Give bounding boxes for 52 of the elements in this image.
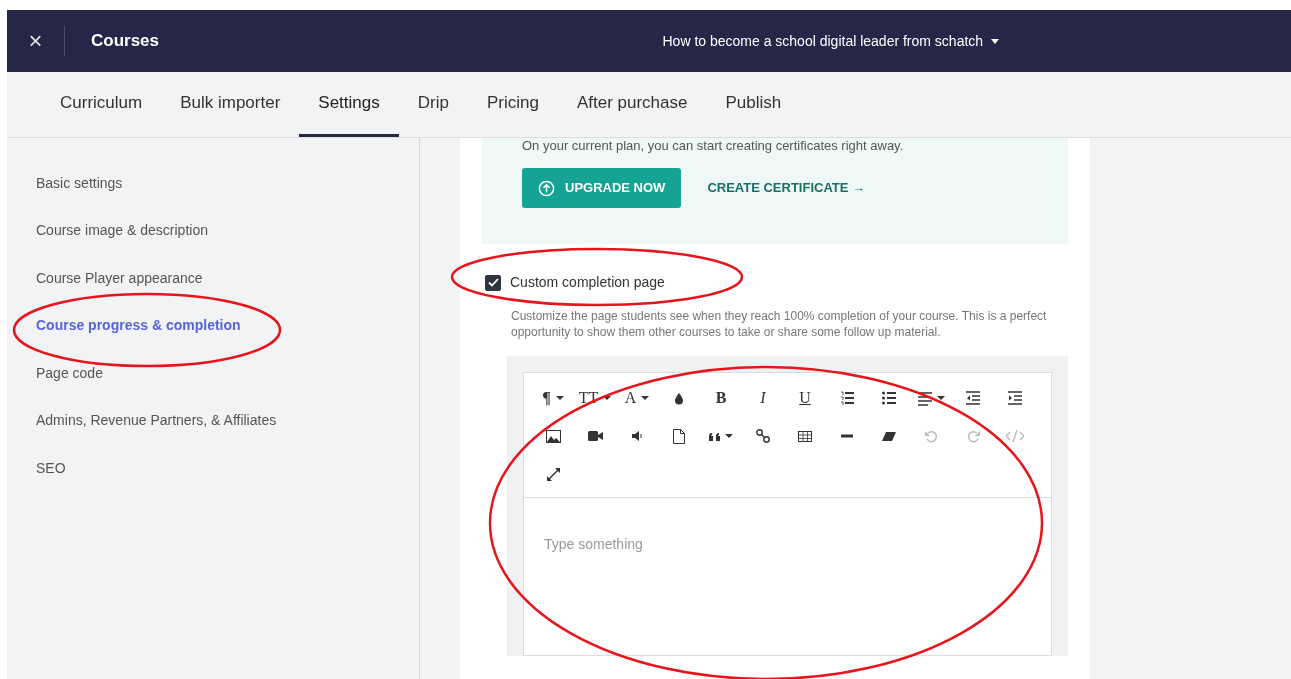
caret-icon <box>991 39 999 45</box>
close-button[interactable]: × <box>7 26 65 56</box>
eraser-icon <box>882 431 896 441</box>
tab[interactable]: After purchase <box>557 72 707 137</box>
drop-icon <box>673 391 685 405</box>
link-icon <box>756 429 770 443</box>
checkbox[interactable] <box>485 274 501 291</box>
numbered-list-icon <box>840 391 854 405</box>
help-text: Customize the page students see when they reach 100% completion of your course. This is a perfect opportunity to show them other courses to take or share some follow up material. <box>511 308 1048 340</box>
outdent-icon <box>966 391 980 405</box>
align-left-icon <box>917 390 932 406</box>
caret-icon <box>936 396 945 400</box>
quote-icon <box>709 431 720 441</box>
redo-icon <box>966 429 980 443</box>
sidebar-item[interactable]: Admins, Revenue Partners, & Affiliates <box>7 396 277 444</box>
sidebar-item[interactable]: Course progress & completion <box>7 301 241 349</box>
sidebar-item[interactable]: SEO <box>7 444 66 492</box>
sidebar-item[interactable]: Course Player appearance <box>7 254 203 302</box>
caret-icon <box>641 396 650 400</box>
undo-icon <box>924 429 938 443</box>
tab[interactable]: Drip <box>398 72 468 137</box>
indent-icon <box>1008 391 1022 405</box>
course-dropdown[interactable]: How to become a school digital leader from schatch <box>656 29 1005 53</box>
video-camera-icon <box>587 430 603 442</box>
file-icon <box>673 428 685 444</box>
code-icon <box>1006 430 1024 442</box>
tab[interactable]: Publish <box>706 72 801 137</box>
sidebar-item[interactable]: Basic settings <box>7 159 123 207</box>
bullet-list-icon <box>882 391 896 405</box>
sidebar-item[interactable]: Course image & description <box>7 206 208 254</box>
section-title: Courses <box>91 30 160 53</box>
tab[interactable]: Pricing <box>467 72 558 137</box>
underline-button[interactable]: U <box>784 383 826 413</box>
tab[interactable]: Curriculum <box>41 72 162 137</box>
speaker-icon <box>632 430 642 442</box>
horizontal-line-icon <box>841 434 853 438</box>
image-icon <box>545 429 561 443</box>
italic-button[interactable]: I <box>742 383 784 413</box>
create-certificate-link[interactable]: CREATE CERTIFICATE → <box>701 177 872 199</box>
expand-icon <box>546 467 560 481</box>
upload-icon <box>538 179 555 197</box>
caret-icon <box>725 434 733 438</box>
notice-text: On your current plan, you can start creating certificates right away. <box>522 138 905 154</box>
tab[interactable]: Bulk importer <box>161 72 300 137</box>
table-icon <box>798 430 812 442</box>
caret-icon <box>603 396 612 400</box>
caret-icon <box>555 396 564 400</box>
sidebar-item[interactable]: Page code <box>7 349 103 397</box>
paragraph-button[interactable]: ¶ <box>532 383 574 413</box>
bold-button[interactable]: B <box>700 383 742 413</box>
font-color-button[interactable]: A <box>616 383 658 413</box>
checkbox-label: Custom completion page <box>510 273 665 292</box>
